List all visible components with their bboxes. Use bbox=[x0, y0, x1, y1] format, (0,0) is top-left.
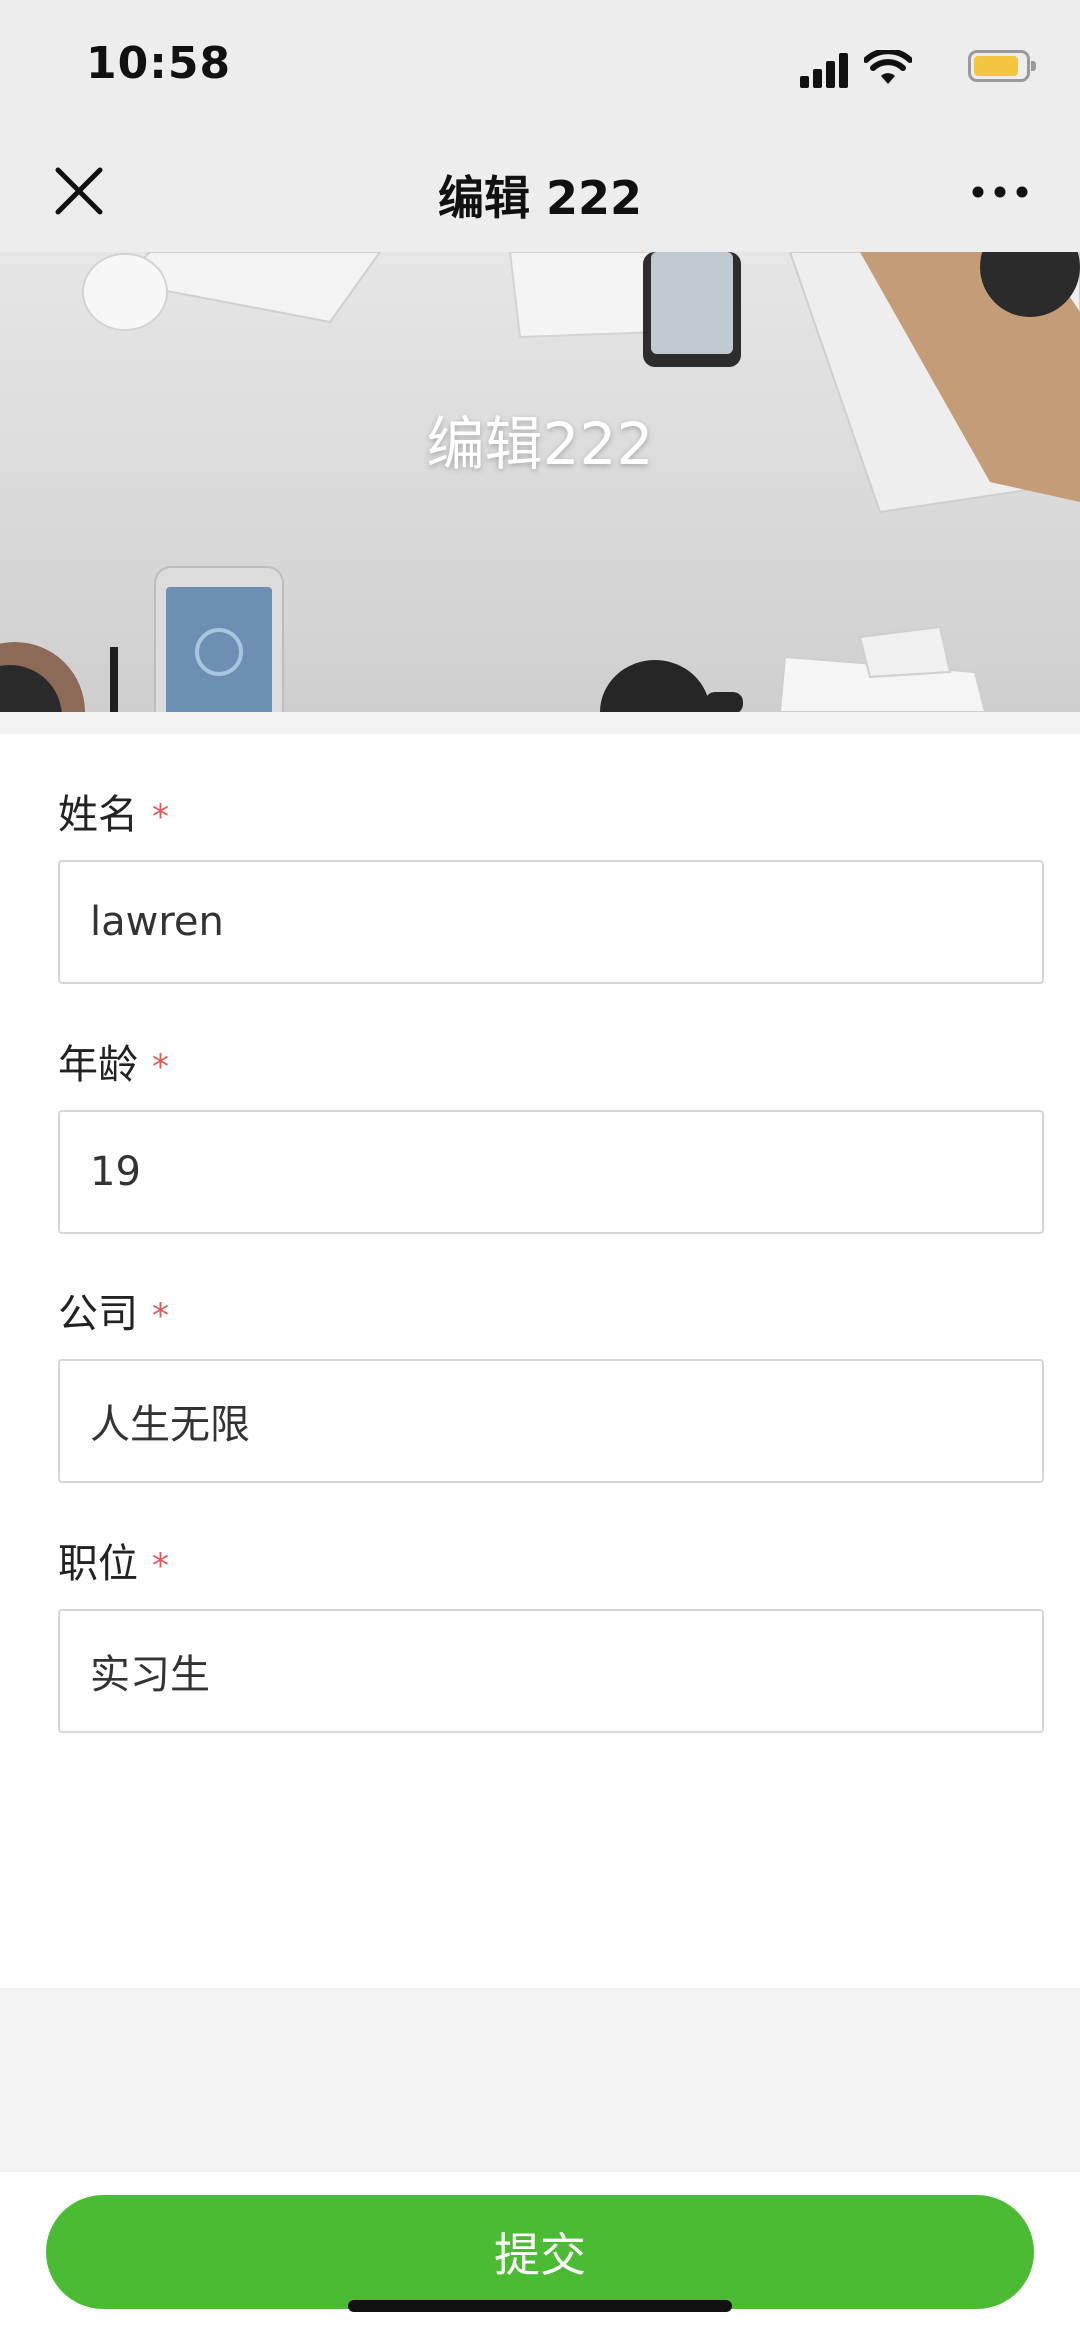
home-indicator bbox=[348, 2300, 732, 2312]
position-label: 职位 * bbox=[58, 1531, 169, 1589]
banner-title: 编辑222 bbox=[426, 410, 654, 478]
wifi-icon bbox=[864, 50, 912, 84]
required-star: * bbox=[152, 1546, 169, 1586]
form-card: 姓名 * 年龄 * 公司 * 职位 * bbox=[0, 734, 1080, 1988]
banner-divider bbox=[0, 712, 1080, 734]
company-input[interactable] bbox=[58, 1359, 1044, 1483]
status-icons bbox=[770, 48, 1036, 88]
position-input[interactable] bbox=[58, 1609, 1044, 1733]
company-label: 公司 * bbox=[58, 1281, 169, 1339]
company-label-text: 公司 bbox=[58, 1291, 138, 1337]
submit-button[interactable]: 提交 bbox=[46, 2195, 1034, 2309]
app-screen: 10:58 编辑 222 编辑222 姓名 * lawren 年龄 * 19 公… bbox=[0, 0, 1080, 2337]
required-star: * bbox=[152, 797, 169, 837]
name-label: 姓名 * bbox=[58, 782, 169, 840]
position-label-text: 职位 bbox=[58, 1541, 138, 1587]
age-label: 年龄 * bbox=[58, 1032, 169, 1090]
name-input[interactable] bbox=[58, 860, 1044, 984]
name-label-text: 姓名 bbox=[58, 792, 138, 838]
banner-desk-illustration bbox=[0, 252, 1080, 712]
required-star: * bbox=[152, 1296, 169, 1336]
battery-icon bbox=[968, 50, 1036, 82]
age-label-text: 年龄 bbox=[58, 1042, 138, 1088]
status-bar: 10:58 bbox=[0, 0, 1080, 136]
required-star: * bbox=[152, 1047, 169, 1087]
cellular-signal-icon bbox=[800, 52, 850, 88]
nav-bar: 编辑 222 bbox=[0, 136, 1080, 252]
age-input[interactable] bbox=[58, 1110, 1044, 1234]
banner-image: 编辑222 bbox=[0, 252, 1080, 712]
footer-spacer bbox=[0, 1988, 1080, 2172]
nav-title: 编辑 222 bbox=[437, 171, 643, 225]
more-icon[interactable] bbox=[970, 176, 1030, 208]
status-time: 10:58 bbox=[86, 38, 232, 89]
footer-bar: 提交 bbox=[0, 2172, 1080, 2337]
